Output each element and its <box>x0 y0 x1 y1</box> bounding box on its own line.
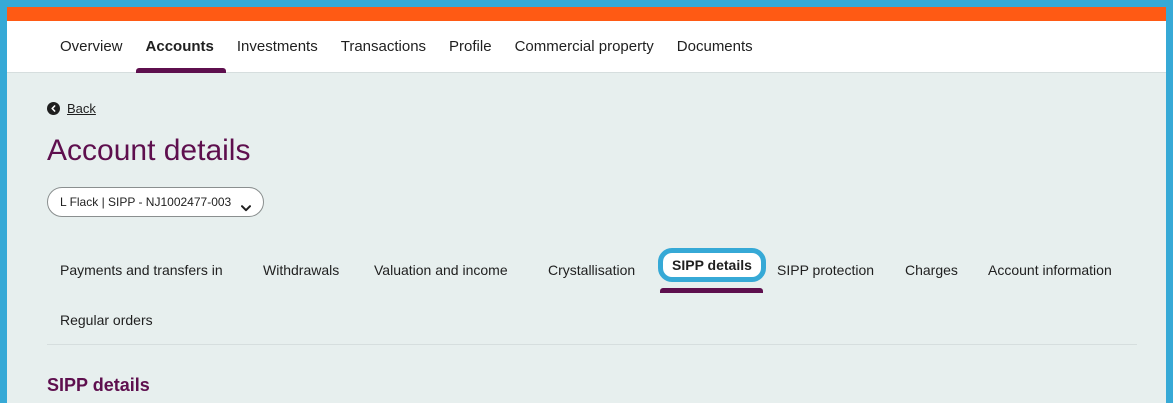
section-title: SIPP details <box>47 375 150 395</box>
chevron-left-icon <box>47 101 60 115</box>
page-title: Account details <box>47 134 251 167</box>
tab-account-information[interactable]: Account information <box>988 261 1112 279</box>
tab-crystallisation[interactable]: Crystallisation <box>548 261 635 279</box>
app-frame: Overview Accounts Investments Transactio… <box>7 7 1166 403</box>
nav-item-documents[interactable]: Documents <box>677 21 753 73</box>
back-link-label[interactable]: Back <box>67 101 96 116</box>
main-content: Back Account details L Flack | SIPP - NJ… <box>7 100 1166 217</box>
back-link[interactable]: Back <box>47 100 1166 116</box>
nav-item-profile[interactable]: Profile <box>449 21 492 73</box>
tabs-divider <box>47 344 1137 345</box>
account-selector-value: L Flack | SIPP - NJ1002477-003 <box>60 195 232 209</box>
tab-charges[interactable]: Charges <box>905 261 958 279</box>
nav-item-investments[interactable]: Investments <box>237 21 318 73</box>
active-tab-indicator <box>660 288 763 293</box>
tab-payments-and-transfers-in[interactable]: Payments and transfers in <box>60 261 223 279</box>
tab-withdrawals[interactable]: Withdrawals <box>263 261 339 279</box>
nav-item-overview[interactable]: Overview <box>60 21 123 73</box>
tab-sipp-details[interactable]: SIPP details <box>658 248 766 282</box>
nav-item-commercial-property[interactable]: Commercial property <box>515 21 654 73</box>
tab-regular-orders[interactable]: Regular orders <box>60 311 153 329</box>
account-selector[interactable]: L Flack | SIPP - NJ1002477-003 <box>47 187 265 217</box>
tab-sipp-protection[interactable]: SIPP protection <box>777 261 874 279</box>
brand-accent-bar <box>7 7 1166 21</box>
tab-valuation-and-income[interactable]: Valuation and income <box>374 261 508 279</box>
main-navigation: Overview Accounts Investments Transactio… <box>7 21 1166 73</box>
nav-item-accounts[interactable]: Accounts <box>135 21 227 73</box>
nav-item-transactions[interactable]: Transactions <box>341 21 426 73</box>
chevron-down-icon <box>241 199 252 211</box>
